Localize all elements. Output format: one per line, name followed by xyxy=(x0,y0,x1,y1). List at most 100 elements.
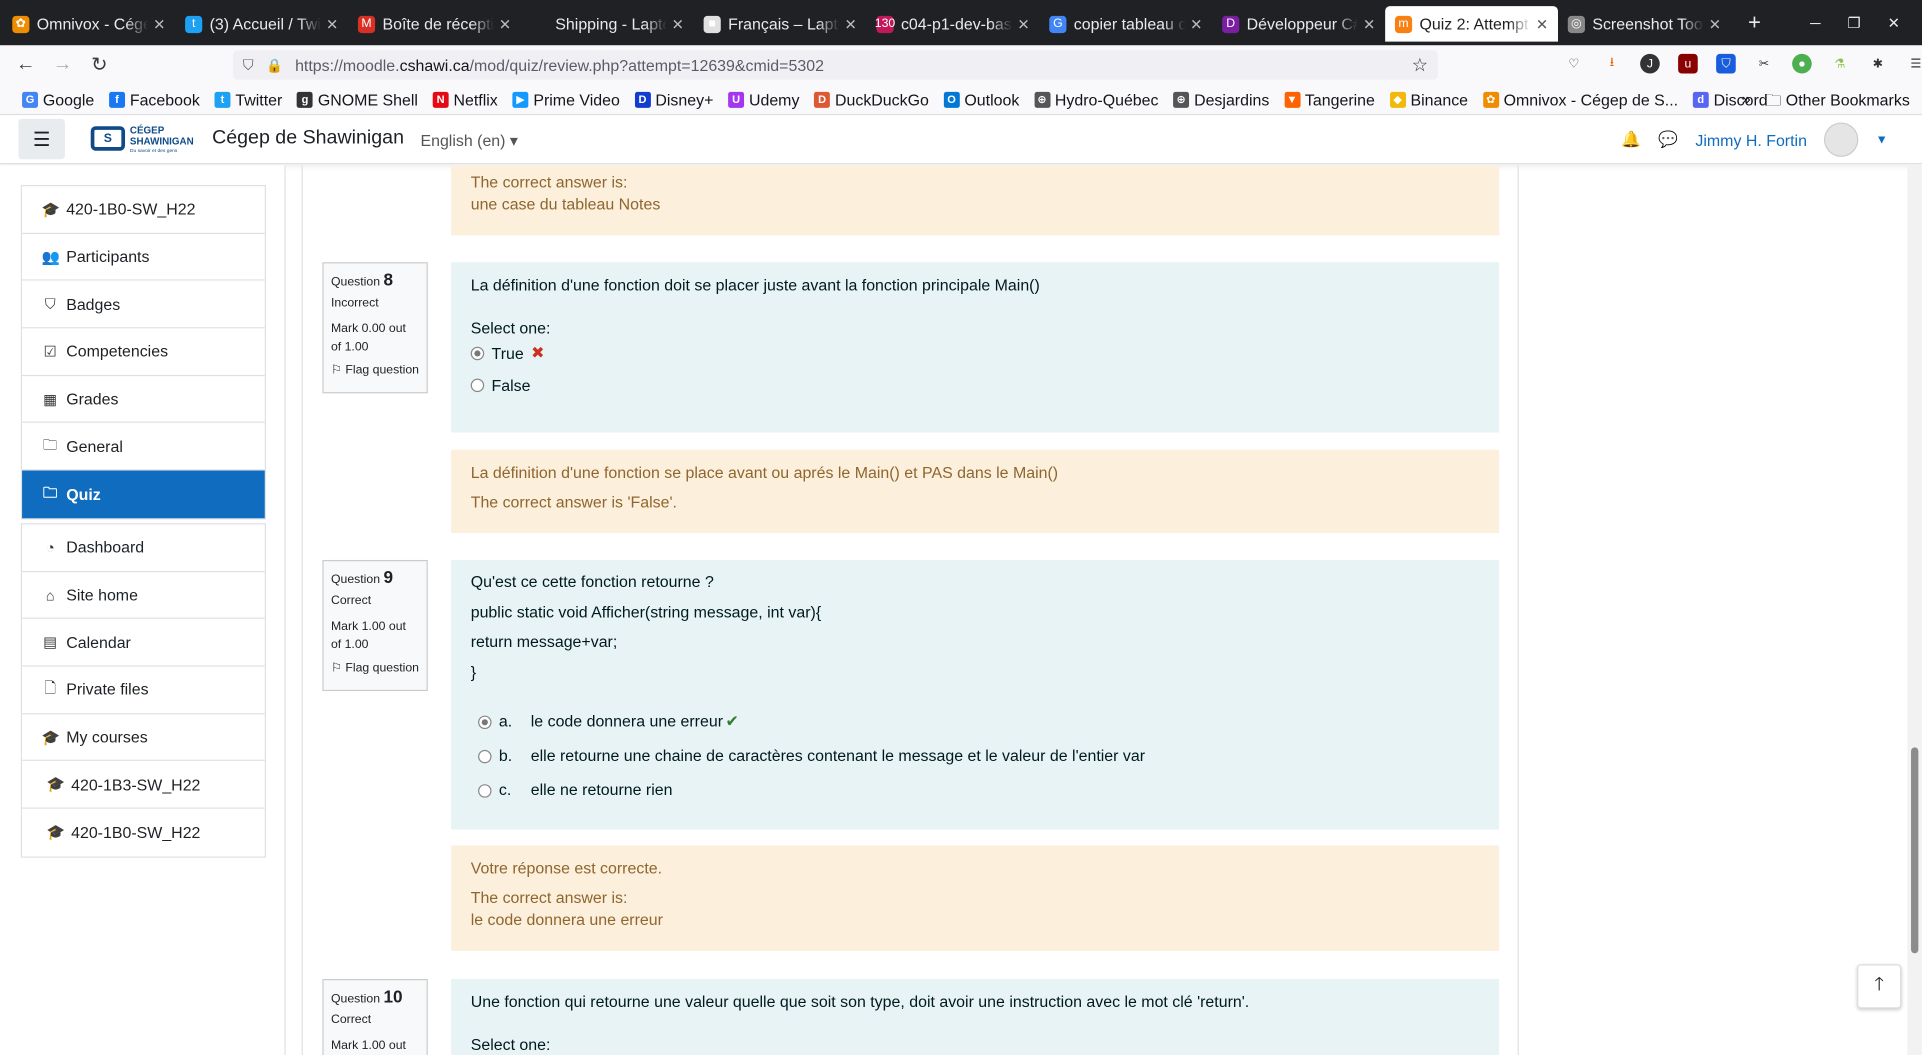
close-tab-icon[interactable]: ✕ xyxy=(153,15,165,32)
sidebar-item-calendar[interactable]: ▤ Calendar xyxy=(22,619,265,667)
bookmark-item[interactable]: D Disney+ xyxy=(634,90,713,108)
tab-9[interactable]: ◎ Screenshot Tool - ✕ xyxy=(1558,6,1731,42)
tab-8[interactable]: m Quiz 2: Attempt r ✕ xyxy=(1385,6,1558,42)
bell-icon[interactable]: 🔔 xyxy=(1621,130,1641,150)
back-to-top-button[interactable]: 🡑 xyxy=(1857,964,1902,1009)
bookmark-item[interactable]: ▶ Prime Video xyxy=(512,90,620,108)
tab-2[interactable]: M Boîte de réception ✕ xyxy=(348,6,521,42)
bookmark-item[interactable]: G Google xyxy=(22,90,94,108)
minimize-icon[interactable]: ─ xyxy=(1810,14,1820,31)
sidebar-item-general[interactable]: 🗀 General xyxy=(22,423,265,471)
bookmark-item[interactable]: f Facebook xyxy=(109,90,200,108)
sidebar-item-competencies[interactable]: ☑ Competencies xyxy=(22,328,265,376)
avatar[interactable] xyxy=(1824,122,1859,157)
close-tab-icon[interactable]: ✕ xyxy=(672,15,684,32)
sidebar-item-my-courses[interactable]: 🎓 My courses xyxy=(22,714,265,762)
extension-flask-icon[interactable]: ⚗ xyxy=(1830,54,1850,74)
close-tab-icon[interactable]: ✕ xyxy=(499,15,511,32)
page-scrollbar[interactable] xyxy=(1907,165,1922,1055)
question-mark: Mark 1.00 out of 1.00 xyxy=(330,620,406,652)
radio-selected[interactable] xyxy=(470,346,485,360)
sidebar-item-private-files[interactable]: 🗋 Private files xyxy=(22,667,265,715)
back-arrow-icon[interactable]: ← xyxy=(7,54,44,76)
site-name[interactable]: Cégep de Shawinigan xyxy=(212,127,404,149)
bookmark-item[interactable]: ⊕ Hydro-Québec xyxy=(1034,90,1159,108)
bookmark-item[interactable]: D DuckDuckGo xyxy=(814,90,929,108)
sidebar-item-participants[interactable]: 👥 Participants xyxy=(22,234,265,282)
bookmark-item[interactable]: g GNOME Shell xyxy=(297,90,418,108)
sidebar-item-420-1b0-sw-h22[interactable]: 🎓 420-1B0-SW_H22 xyxy=(22,809,265,856)
sidebar-item-420-1b0-sw-h22[interactable]: 🎓 420-1B0-SW_H22 xyxy=(22,186,265,234)
menu-icon[interactable]: ☰ xyxy=(1906,54,1922,74)
site-logo[interactable]: S CÉGEP SHAWINIGAN Du savoir et des gens xyxy=(90,125,205,156)
answer-option-true[interactable]: True ✖ xyxy=(470,337,1480,369)
extension-green-icon[interactable]: ● xyxy=(1792,53,1812,74)
tab-3[interactable]: Shipping - LaptopPar ✕ xyxy=(521,6,694,42)
bookmark-item[interactable]: ◆ Binance xyxy=(1389,90,1468,108)
bookmark-item[interactable]: U Udemy xyxy=(728,90,799,108)
url-bar[interactable]: ⛉ 🔒 https://moodle.cshawi.ca/mod/quiz/re… xyxy=(232,50,1438,80)
sidebar-item-site-home[interactable]: ⌂ Site home xyxy=(22,572,265,620)
bookmark-item[interactable]: t Twitter xyxy=(214,90,282,108)
scrollbar-thumb[interactable] xyxy=(1911,747,1919,954)
tab-4[interactable]: ■ Français – Laptop ✕ xyxy=(694,6,867,42)
shield-icon[interactable]: ⛉ xyxy=(243,56,254,74)
lock-icon[interactable]: 🔒 xyxy=(266,57,283,73)
close-tab-icon[interactable]: ✕ xyxy=(1709,15,1721,32)
user-name[interactable]: Jimmy H. Fortin xyxy=(1695,130,1807,148)
other-bookmarks[interactable]: 🗀 Other Bookmarks xyxy=(1765,89,1909,116)
close-tab-icon[interactable]: ✕ xyxy=(1363,15,1375,32)
extension-swirl-icon[interactable]: ✂ xyxy=(1754,54,1774,74)
close-window-icon[interactable]: ✕ xyxy=(1888,14,1900,31)
twitter-icon: t xyxy=(214,91,231,108)
sidebar-item-420-1b3-sw-h22[interactable]: 🎓 420-1B3-SW_H22 xyxy=(22,761,265,809)
close-tab-icon[interactable]: ✕ xyxy=(1190,15,1202,32)
close-tab-icon[interactable]: ✕ xyxy=(844,15,856,32)
radio-selected[interactable] xyxy=(478,714,492,729)
extension-j-icon[interactable]: J xyxy=(1640,53,1660,74)
new-tab-button[interactable]: + xyxy=(1748,10,1761,36)
caret-down-icon[interactable]: ▼ xyxy=(1876,133,1888,146)
reload-icon[interactable]: ↻ xyxy=(81,53,118,78)
bookmark-item[interactable]: ✿ Omnivox - Cégep de S... xyxy=(1482,90,1678,108)
close-tab-icon[interactable]: ✕ xyxy=(1536,15,1548,32)
sidebar-item-quiz[interactable]: 🗀 Quiz xyxy=(22,470,265,519)
close-tab-icon[interactable]: ✕ xyxy=(326,15,338,32)
answer-option-a[interactable]: a. le code donnera une erreur ✔ xyxy=(471,705,1480,739)
hamburger-menu-icon[interactable]: ☰ xyxy=(18,118,65,160)
bookmark-item[interactable]: ▼ Tangerine xyxy=(1284,90,1375,108)
netflix-icon: N xyxy=(432,91,449,108)
sidebar-item-grades[interactable]: ▦ Grades xyxy=(22,376,265,424)
bookmark-item[interactable]: O Outlook xyxy=(943,90,1019,108)
bookmark-star-icon[interactable]: ☆ xyxy=(1412,54,1428,76)
sidebar-item-badges[interactable]: ⛉ Badges xyxy=(22,281,265,329)
radio-unselected[interactable] xyxy=(470,378,485,392)
tab-6[interactable]: Gcopier tableau c# ✕ xyxy=(1039,6,1212,42)
forward-arrow-icon[interactable]: → xyxy=(44,54,81,76)
close-tab-icon[interactable]: ✕ xyxy=(1017,15,1029,32)
flag-question-link[interactable]: ⚐ Flag question xyxy=(331,361,419,379)
restore-icon[interactable]: ❐ xyxy=(1847,14,1860,31)
answer-option-false[interactable]: False xyxy=(470,369,1480,401)
tab-5[interactable]: 130 c04-p1-dev-base ✕ xyxy=(867,6,1040,42)
sidebar-item-dashboard[interactable]: ◔ Dashboard xyxy=(22,524,265,572)
bookmark-item[interactable]: ⊕ Desjardins xyxy=(1173,90,1269,108)
radio-unselected[interactable] xyxy=(478,749,492,763)
tab-1[interactable]: t (3) Accueil / Twitt ✕ xyxy=(175,6,348,42)
chevron-double-right-icon[interactable]: » xyxy=(1742,89,1751,116)
flag-question-link[interactable]: ⚐ Flag question xyxy=(331,659,419,677)
pocket-icon[interactable]: ♡ xyxy=(1564,54,1584,74)
tab-7[interactable]: D Développeur C# ✕ xyxy=(1212,6,1385,42)
ublock-icon[interactable]: u xyxy=(1678,53,1698,74)
tab-0[interactable]: ✿ Omnivox - Cégep ✕ xyxy=(2,6,175,42)
answer-option-b[interactable]: b. elle retourne une chaine de caractères… xyxy=(471,739,1480,773)
bitwarden-icon[interactable]: ⛉ xyxy=(1716,53,1736,74)
download-icon[interactable]: ⭳ xyxy=(1602,54,1622,74)
url-text[interactable]: https://moodle.cshawi.ca/mod/quiz/review… xyxy=(295,56,824,74)
language-menu[interactable]: English (en) ▾ xyxy=(420,131,517,151)
bookmark-item[interactable]: N Netflix xyxy=(432,90,498,108)
chat-bubble-icon[interactable]: 💬 xyxy=(1658,130,1678,150)
radio-unselected[interactable] xyxy=(478,783,492,798)
answer-option-c[interactable]: c. elle ne retourne rien xyxy=(471,773,1480,807)
extension-gnome-icon[interactable]: ✱ xyxy=(1868,54,1888,74)
